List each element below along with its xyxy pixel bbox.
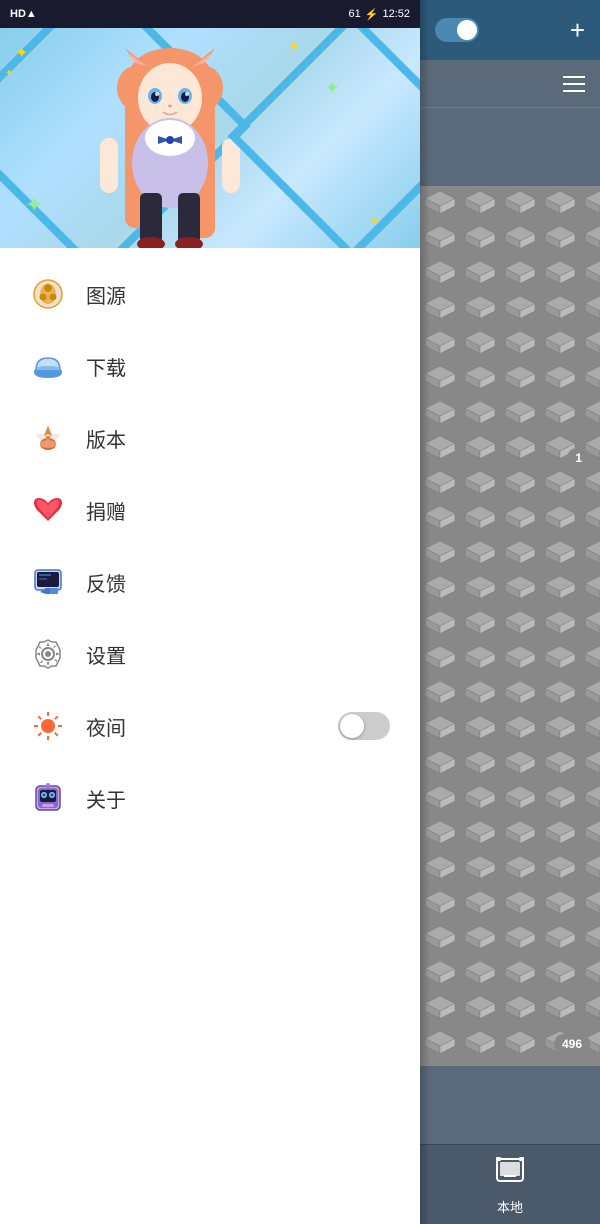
menu-list: 图源 下载 版本	[0, 248, 420, 844]
hamburger-menu[interactable]	[563, 76, 585, 92]
nightmode-label: 夜间	[86, 712, 338, 741]
donate-label: 捐赠	[86, 496, 390, 525]
right-wallpaper-area: 1 496	[420, 108, 600, 1144]
about-label: 关于	[86, 784, 390, 813]
bottom-nav-label: 本地	[497, 1197, 523, 1216]
menu-item-feedback[interactable]: 反馈	[0, 546, 420, 618]
download-label: 下载	[86, 352, 390, 381]
status-bar: HD▲ 61 ⚡ 12:52	[0, 0, 420, 28]
right-toggle-switch[interactable]	[435, 18, 479, 42]
right-menu-bar	[420, 60, 600, 108]
menu-item-version[interactable]: 版本	[0, 402, 420, 474]
wallpaper-pattern-svg	[420, 108, 600, 1144]
right-top-bar: +	[420, 0, 600, 60]
donate-icon	[30, 492, 66, 528]
time-text: 12:52	[382, 8, 410, 20]
panel-shadow	[420, 0, 430, 1224]
hero-image: ✦ ✦ ✦ ✦ ✦ ✦	[0, 28, 420, 248]
menu-item-donate[interactable]: 捐赠	[0, 474, 420, 546]
about-icon	[30, 780, 66, 816]
version-icon	[30, 420, 66, 456]
bolt-icon: ⚡	[365, 8, 379, 21]
badge-1: 1	[567, 448, 590, 468]
nightmode-toggle[interactable]	[338, 712, 390, 740]
badge-496: 496	[554, 1034, 590, 1054]
settings-label: 设置	[86, 640, 390, 669]
menu-item-download[interactable]: 下载	[0, 330, 420, 402]
bottom-nav[interactable]: 本地	[420, 1144, 600, 1224]
source-icon	[30, 276, 66, 312]
status-right: 61 ⚡ 12:52	[349, 8, 410, 21]
feedback-label: 反馈	[86, 568, 390, 597]
left-panel: HD▲ 61 ⚡ 12:52 ✦ ✦ ✦ ✦ ✦ ✦	[0, 0, 420, 1224]
add-button[interactable]: +	[570, 15, 585, 46]
version-label: 版本	[86, 424, 390, 453]
menu-item-source[interactable]: 图源	[0, 258, 420, 330]
nightmode-icon	[30, 708, 66, 744]
anime-character	[40, 48, 300, 248]
download-icon	[30, 348, 66, 384]
menu-item-about[interactable]: 关于	[0, 762, 420, 834]
source-label: 图源	[86, 280, 390, 309]
status-left-text: HD▲	[10, 8, 37, 20]
settings-icon	[30, 636, 66, 672]
menu-item-nightmode[interactable]: 夜间	[0, 690, 420, 762]
feedback-icon	[30, 564, 66, 600]
right-panel: + 1	[420, 0, 600, 1224]
bottom-nav-icon	[494, 1154, 526, 1193]
battery-text: 61	[349, 8, 361, 20]
menu-item-settings[interactable]: 设置	[0, 618, 420, 690]
